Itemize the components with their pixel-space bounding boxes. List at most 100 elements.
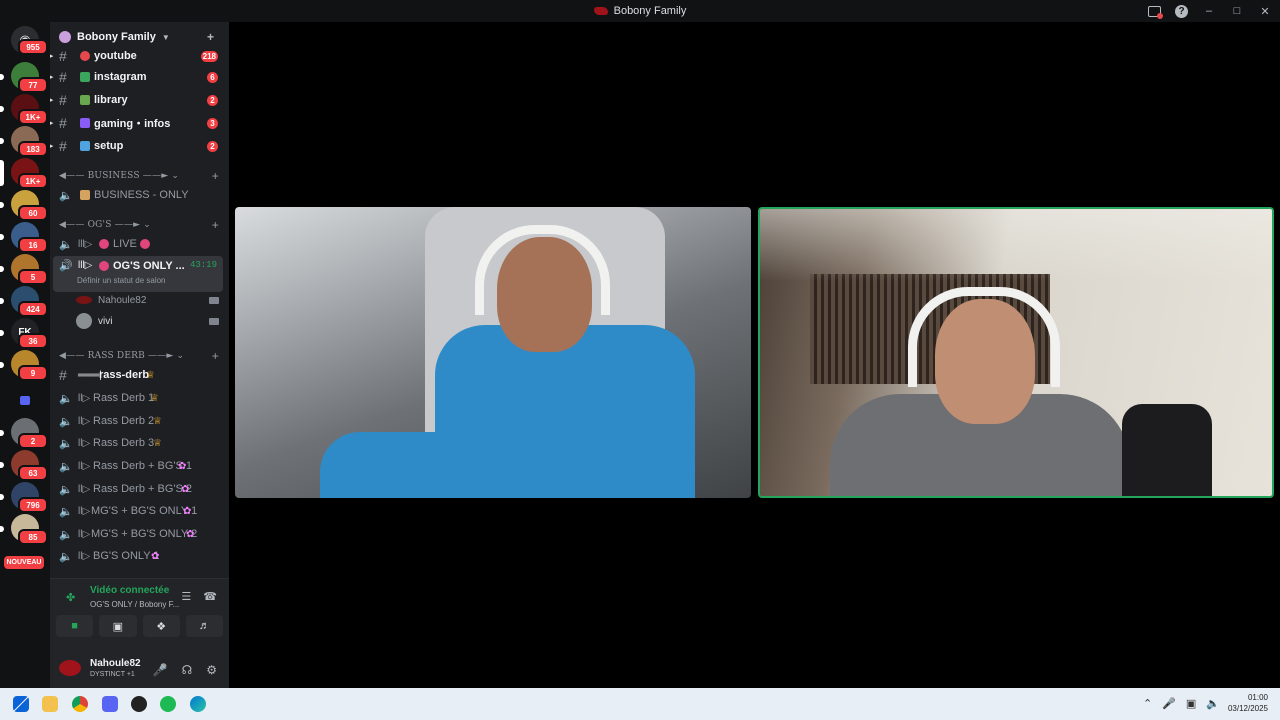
server-badge: 796: [18, 497, 48, 513]
channel-label: BUSINESS - ONLY: [94, 189, 189, 201]
channel-business-only[interactable]: 🔈 BUSINESS - ONLY: [50, 184, 229, 206]
set-status-hint[interactable]: Définir un statut de salon: [77, 276, 166, 285]
channel-rass-derb-2[interactable]: 🔈 ll▷ Rass Derb 2 ♕: [50, 410, 229, 432]
spotify-icon[interactable]: [160, 696, 176, 712]
microphone-icon[interactable]: 🎤: [153, 663, 168, 677]
channel-library[interactable]: ▶ # library 2: [50, 89, 229, 111]
video-tile[interactable]: [235, 207, 751, 498]
channel-live[interactable]: 🔈 lll▷ LIVE: [50, 233, 229, 255]
noise-suppression-icon[interactable]: ☰: [181, 590, 191, 603]
voice-channel-icon: 🔈: [59, 460, 73, 473]
category-rass-derb[interactable]: ◀—— RASS DERB ——► ⌄ +: [59, 349, 224, 363]
minimize-button[interactable]: –: [1202, 4, 1216, 18]
monitor-icon[interactable]: ▣: [1186, 697, 1196, 710]
volume-icon[interactable]: 🔈: [1206, 697, 1220, 710]
video-tile-speaking[interactable]: [758, 207, 1274, 498]
channel-label: MG'S + BG'S ONLY 2: [91, 528, 198, 540]
category-ogs[interactable]: ◀—— OG'S ——► ⌄ +: [59, 218, 224, 232]
activities-button[interactable]: ❖: [142, 615, 180, 637]
mention-count: 3: [207, 117, 218, 129]
camera-icon: ■: [71, 620, 78, 632]
server-badge: 77: [18, 77, 48, 93]
invite-people-icon[interactable]: +: [207, 30, 221, 44]
prefix-glyph: lll▷: [78, 238, 93, 250]
channel-youtube[interactable]: ▶ # youtube 218: [50, 45, 229, 67]
category-label: OG'S: [87, 220, 112, 230]
add-channel-icon[interactable]: +: [212, 169, 219, 183]
mention-count: 2: [207, 94, 218, 106]
maximize-button[interactable]: □: [1230, 4, 1244, 18]
discord-icon[interactable]: [102, 696, 118, 712]
avatar: [76, 313, 92, 329]
channel-mgs-bgs-only-2[interactable]: 🔈 ll▷ MG'S + BG'S ONLY 2 ✿: [50, 523, 229, 545]
channel-label: BG'S ONLY 1: [93, 550, 160, 562]
unread-pip: [0, 330, 4, 336]
server-rail: ◉ 955 77 1K+ 183 1K+ 60 16 5 424 FK 36 9…: [0, 22, 50, 688]
voice-user[interactable]: Nahoule82: [50, 289, 229, 311]
channel-bgs-only-1[interactable]: 🔈 ll▷ BG'S ONLY 1 ✿: [50, 545, 229, 567]
activities-icon: ❖: [156, 620, 167, 633]
channel-mgs-bgs-only-1[interactable]: 🔈 ll▷ MG'S + BG'S ONLY 1 ✿: [50, 500, 229, 522]
soundboard-button[interactable]: ♬: [185, 615, 223, 637]
windows-start-icon[interactable]: [13, 696, 29, 712]
category-business[interactable]: ◀—— BUSINESS ——► ⌄ +: [59, 169, 224, 183]
voice-channel-icon: 🔈: [59, 415, 73, 428]
channel-rass-derb-bgs-1[interactable]: 🔈 ll▷ Rass Derb + BG'S 1 ✿: [50, 455, 229, 477]
channel-rass-derb-3[interactable]: 🔈 ll▷ Rass Derb 3 ♕: [50, 432, 229, 454]
connection-signal-icon[interactable]: ✤: [66, 591, 78, 604]
voice-channel-icon: 🔈: [59, 392, 73, 405]
check-emoji-icon: [80, 72, 90, 82]
channel-instagram[interactable]: ▶ # instagram 6: [50, 66, 229, 88]
help-icon[interactable]: ?: [1175, 4, 1188, 18]
unread-pip: [0, 462, 4, 468]
clock[interactable]: 01:00 03/12/2025: [1228, 692, 1268, 714]
pink-circle-emoji-icon: [99, 261, 109, 271]
guild-name: Bobony Family: [77, 31, 156, 43]
books-emoji-icon: [80, 95, 90, 105]
channel-label: LIVE: [113, 238, 137, 250]
headphones-icon[interactable]: ☊: [182, 663, 193, 677]
flower-emoji-icon: ✿: [178, 460, 187, 472]
add-channel-icon[interactable]: +: [212, 218, 219, 232]
close-button[interactable]: ✕: [1258, 4, 1272, 18]
channel-setup[interactable]: ▶ # setup 2: [50, 135, 229, 157]
screen-share-icon: ▣: [112, 620, 124, 633]
user-status: DYSTINCT +1: [90, 671, 135, 678]
computer-emoji-icon: [80, 141, 90, 151]
channel-gaming-infos[interactable]: ▶ # gaming・infos 3: [50, 112, 229, 134]
pink-circle-emoji-icon: [99, 239, 109, 249]
text-channel-icon: #: [59, 115, 67, 131]
briefcase-emoji-icon: [80, 190, 90, 200]
voice-channel-link[interactable]: OG'S ONLY / Bobony F...: [90, 600, 179, 609]
disconnect-icon[interactable]: ☎: [203, 590, 217, 603]
unread-pip: [0, 298, 4, 304]
avatar[interactable]: [59, 660, 81, 676]
file-explorer-icon[interactable]: [42, 696, 58, 712]
server-badge: 1K+: [18, 173, 48, 189]
selected-pip: [0, 160, 4, 186]
microphone-icon[interactable]: 🎤: [1162, 697, 1176, 710]
user-name[interactable]: Nahoule82: [90, 658, 141, 669]
edge-icon[interactable]: [190, 696, 206, 712]
camera-button[interactable]: ■: [56, 615, 94, 637]
server-badge: 85: [18, 529, 48, 545]
voice-channel-icon: 🔈: [59, 550, 73, 563]
video-stage: [229, 22, 1280, 688]
flower-emoji-icon: ✿: [151, 550, 160, 562]
gear-icon[interactable]: ⚙: [206, 663, 217, 677]
channel-rass-derb-1[interactable]: 🔈 ll▷ Rass Derb 1 ♕: [50, 387, 229, 409]
inbox-icon[interactable]: [1148, 5, 1163, 19]
unread-pip: [0, 138, 4, 144]
chrome-icon[interactable]: [72, 696, 88, 712]
voice-channel-icon: 🔈: [59, 483, 73, 496]
folder-icon[interactable]: [11, 386, 39, 414]
share-screen-button[interactable]: ▣: [99, 615, 137, 637]
chevron-up-icon[interactable]: ⌃: [1143, 697, 1152, 710]
dark-object: [1122, 404, 1212, 496]
add-channel-icon[interactable]: +: [212, 349, 219, 363]
channel-rass-derb[interactable]: # ═══| rass-derb ♕: [50, 364, 229, 386]
steam-icon[interactable]: [131, 696, 147, 712]
voice-user[interactable]: vivi: [50, 310, 229, 332]
channel-rass-derb-bgs-2[interactable]: 🔈 ll▷ Rass Derb + BG'S 2 ✿: [50, 478, 229, 500]
channel-ogs-only-active[interactable]: 🔊 lll▷ OG'S ONLY ... 43:19 Définir un st…: [53, 256, 223, 292]
